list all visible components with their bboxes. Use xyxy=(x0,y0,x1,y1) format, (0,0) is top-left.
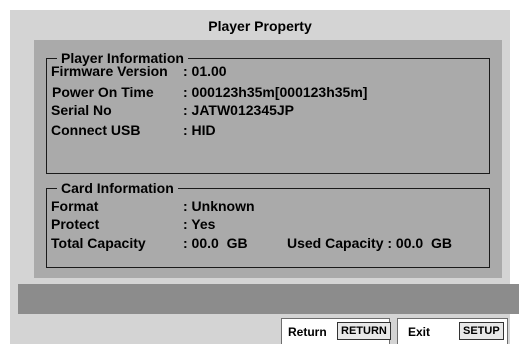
exit-button-label: Exit xyxy=(408,325,431,339)
status-bar xyxy=(18,284,519,314)
power-on-time-value: : 000123h35m[000123h35m] xyxy=(183,84,368,100)
serial-no-value: : JATW012345JP xyxy=(183,102,295,118)
firmware-version-value: : 01.00 xyxy=(183,63,227,79)
setup-key-badge: SETUP xyxy=(459,322,504,340)
firmware-version-label: Firmware Version xyxy=(51,63,168,79)
card-information-legend: Card Information xyxy=(57,180,178,196)
return-button-label: Return xyxy=(288,325,327,339)
exit-button[interactable]: Exit SETUP xyxy=(397,318,508,344)
total-capacity-value: : 00.0 GB xyxy=(183,235,248,251)
return-key-badge: RETURN xyxy=(337,322,391,340)
page-title: Player Property xyxy=(208,18,312,34)
card-information-group: Card Information Format : Unknown Protec… xyxy=(46,180,490,268)
connect-usb-value: : HID xyxy=(183,122,216,138)
protect-value: : Yes xyxy=(183,216,216,232)
total-capacity-label: Total Capacity xyxy=(51,235,146,251)
protect-label: Protect xyxy=(51,216,100,232)
format-label: Format xyxy=(51,198,99,214)
power-on-time-label: Power On Time xyxy=(52,84,154,100)
return-button[interactable]: Return RETURN xyxy=(281,318,391,344)
used-capacity-text: Used Capacity : 00.0 GB xyxy=(287,235,452,251)
format-value: : Unknown xyxy=(183,198,255,214)
player-information-group: Player Information Firmware Version : 01… xyxy=(46,50,490,174)
property-panel: Player Information Firmware Version : 01… xyxy=(34,40,502,278)
serial-no-label: Serial No xyxy=(51,102,112,118)
connect-usb-label: Connect USB xyxy=(51,122,141,138)
